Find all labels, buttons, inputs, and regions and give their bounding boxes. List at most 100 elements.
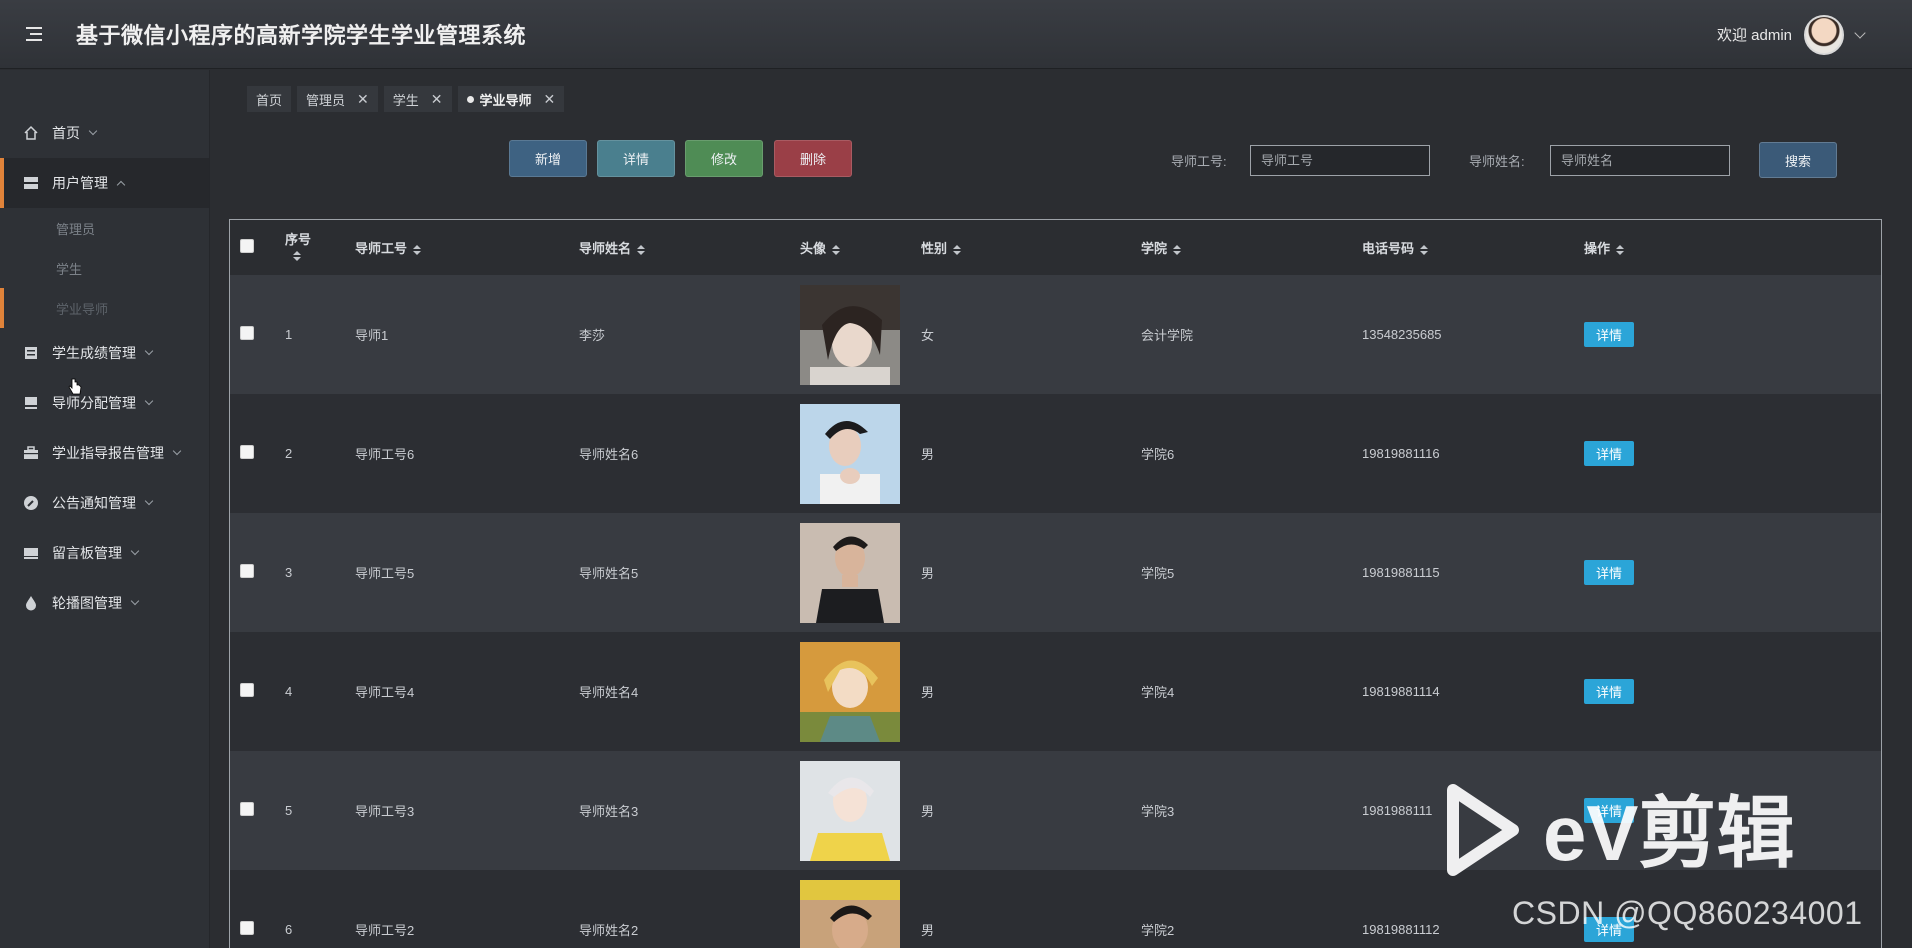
tutor-photo <box>800 879 900 948</box>
sidebar-item-reports[interactable]: 学业指导报告管理 <box>0 428 209 478</box>
col-phone[interactable]: 电话号码 <box>1362 220 1584 275</box>
cell-tutor-name: 李莎 <box>579 328 606 343</box>
col-tutor-id[interactable]: 导师工号 <box>355 220 579 275</box>
sort-icon[interactable] <box>637 244 646 255</box>
sort-icon[interactable] <box>413 244 422 255</box>
cell-index: 3 <box>285 565 293 580</box>
cell-tutor-id: 导师工号2 <box>355 923 415 938</box>
cell-tutor-id: 导师1 <box>355 328 389 343</box>
col-label: 导师工号 <box>355 241 408 256</box>
sort-icon[interactable] <box>953 244 962 255</box>
table-row: 2 导师工号6 导师姓名6 男 学院6 19819881116 详情 <box>230 394 1881 513</box>
col-label: 操作 <box>1584 241 1611 256</box>
sidebar-sub-admin[interactable]: 管理员 <box>0 208 209 248</box>
row-checkbox[interactable] <box>240 326 254 340</box>
tab-tutor[interactable]: 学业导师 ✕ <box>457 86 565 112</box>
col-avatar[interactable]: 头像 <box>800 220 921 275</box>
cell-tutor-name: 导师姓名6 <box>579 447 639 462</box>
table-row: 1 导师1 李莎 女 会计学院 13548235685 详情 <box>230 275 1881 394</box>
cell-index: 6 <box>285 922 293 937</box>
delete-button[interactable]: 删除 <box>774 140 852 177</box>
sidebar-item-assign[interactable]: 导师分配管理 <box>0 378 209 428</box>
close-icon[interactable]: ✕ <box>357 91 369 108</box>
col-label: 导师姓名 <box>579 241 632 256</box>
sidebar-sub-tutor[interactable]: 学业导师 <box>0 288 209 328</box>
cell-college: 学院3 <box>1141 804 1175 819</box>
sidebar-item-notice[interactable]: 公告通知管理 <box>0 478 209 528</box>
watermark-logo-text: eV剪辑 <box>1543 789 1794 877</box>
sidebar-item-messages[interactable]: 留言板管理 <box>0 528 209 578</box>
sidebar-item-carousel[interactable]: 轮播图管理 <box>0 578 209 628</box>
add-button[interactable]: 新增 <box>509 140 587 177</box>
watermark-logo: eV剪辑 <box>1447 784 1794 877</box>
cell-phone: 19819881116 <box>1362 446 1440 461</box>
cell-college: 会计学院 <box>1141 328 1194 343</box>
cell-index: 4 <box>285 684 293 699</box>
col-actions[interactable]: 操作 <box>1584 220 1881 275</box>
select-all-checkbox[interactable] <box>240 239 254 253</box>
row-detail-button[interactable]: 详情 <box>1584 322 1634 347</box>
sidebar-item-label: 学生成绩管理 <box>52 345 136 361</box>
col-label: 序号 <box>285 231 312 247</box>
row-checkbox[interactable] <box>240 802 254 816</box>
cell-tutor-name: 导师姓名5 <box>579 566 639 581</box>
col-tutor-name[interactable]: 导师姓名 <box>579 220 800 275</box>
avatar[interactable] <box>1804 14 1844 55</box>
row-detail-button[interactable]: 详情 <box>1584 679 1634 704</box>
close-icon[interactable]: ✕ <box>431 91 443 108</box>
sort-icon[interactable] <box>293 251 301 262</box>
search-button[interactable]: 搜索 <box>1759 142 1837 178</box>
tab-label: 学生 <box>392 92 419 108</box>
table-row: 4 导师工号4 导师姓名4 男 学院4 19819881114 详情 <box>230 632 1881 751</box>
cell-tutor-id: 导师工号4 <box>355 685 415 700</box>
col-college[interactable]: 学院 <box>1141 220 1362 275</box>
row-checkbox[interactable] <box>240 683 254 697</box>
row-detail-button[interactable]: 详情 <box>1584 560 1634 585</box>
cell-gender: 女 <box>921 328 935 343</box>
row-checkbox[interactable] <box>240 921 254 935</box>
watermark-text: CSDN @QQ860234001 <box>1512 895 1863 931</box>
chevron-down-icon[interactable] <box>1854 26 1866 39</box>
sidebar-item-label: 留言板管理 <box>52 545 122 561</box>
cell-gender: 男 <box>921 566 935 581</box>
tab-label: 首页 <box>256 92 283 108</box>
table-row: 3 导师工号5 导师姓名5 男 学院5 19819881115 详情 <box>230 513 1881 632</box>
sort-icon[interactable] <box>832 244 841 255</box>
sidebar-sub-student[interactable]: 学生 <box>0 248 209 288</box>
sort-icon[interactable] <box>1173 244 1182 255</box>
tab-home[interactable]: 首页 <box>247 86 292 112</box>
sort-icon[interactable] <box>1420 244 1429 255</box>
close-icon[interactable]: ✕ <box>544 91 556 108</box>
cell-phone: 13548235685 <box>1362 327 1442 342</box>
row-detail-button[interactable]: 详情 <box>1584 441 1634 466</box>
hand-cursor-icon <box>68 378 82 395</box>
edit-button[interactable]: 修改 <box>685 140 763 177</box>
sidebar-item-grades[interactable]: 学生成绩管理 <box>0 328 209 378</box>
grade-icon <box>22 344 40 362</box>
col-label: 学院 <box>1141 241 1168 256</box>
notice-icon <box>22 494 40 512</box>
col-gender[interactable]: 性别 <box>921 220 1141 275</box>
cell-tutor-name: 导师姓名2 <box>579 923 639 938</box>
cell-gender: 男 <box>921 685 935 700</box>
detail-button[interactable]: 详情 <box>597 140 675 177</box>
row-checkbox[interactable] <box>240 445 254 459</box>
welcome-text: 欢迎 admin <box>1716 27 1792 44</box>
chevron-down-icon <box>144 396 154 406</box>
tab-admin[interactable]: 管理员 ✕ <box>297 86 378 112</box>
tab-student[interactable]: 学生 ✕ <box>383 86 452 112</box>
col-index[interactable]: 序号 <box>285 220 355 275</box>
cell-college: 学院2 <box>1141 923 1175 938</box>
cell-tutor-id: 导师工号3 <box>355 804 415 819</box>
cell-gender: 男 <box>921 804 935 819</box>
user-menu[interactable]: 欢迎 admin <box>1716 0 1866 69</box>
sidebar-item-users[interactable]: 用户管理 <box>0 158 209 208</box>
tutor-name-input[interactable] <box>1550 145 1730 176</box>
tutor-id-input[interactable] <box>1250 145 1430 176</box>
sort-icon[interactable] <box>1616 244 1625 255</box>
menu-icon[interactable] <box>26 19 56 49</box>
sidebar-item-home[interactable]: 首页 <box>0 108 209 158</box>
row-checkbox[interactable] <box>240 564 254 578</box>
users-icon <box>22 174 40 192</box>
active-dot-icon <box>466 95 474 103</box>
